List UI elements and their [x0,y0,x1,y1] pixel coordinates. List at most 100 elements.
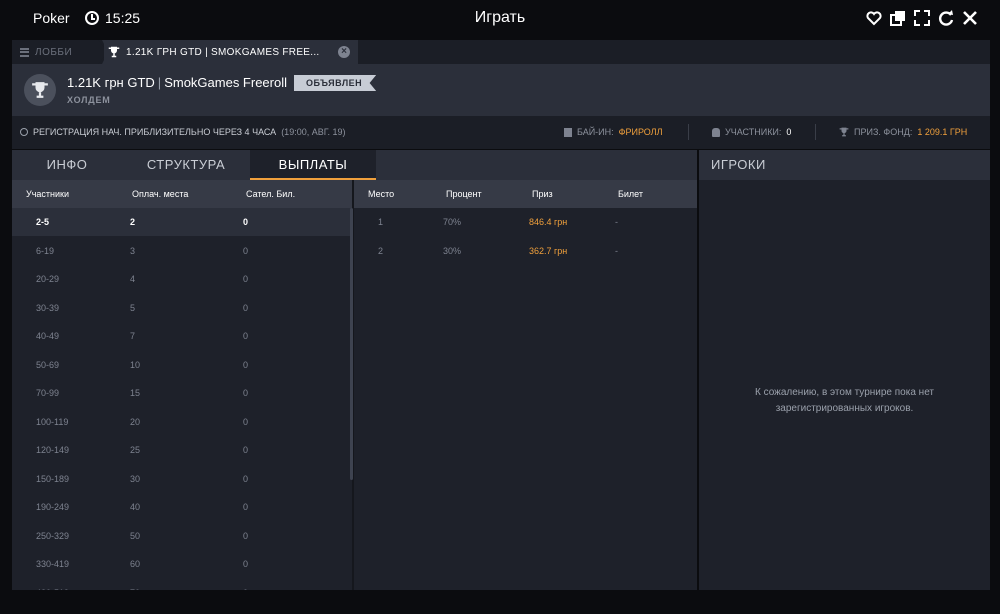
table-row[interactable]: 40-49 7 0 [12,322,352,350]
coins-icon [564,127,572,137]
tournament-trophy-icon [24,74,56,106]
cell-satellite: 0 [243,445,249,455]
cell-participants: 30-39 [36,302,60,313]
table-row[interactable]: 1 70% 846.4 грн - [354,208,697,236]
tab-lobby[interactable]: ЛОББИ [12,40,100,64]
cell-paid-places: 30 [130,473,141,484]
table-row[interactable]: 190-249 40 0 [12,493,352,521]
tournament-header: 1.21K грн GTD | SmokGames Freeroll ОБЪЯВЛЕ… [12,64,990,116]
cell-paid-places: 7 [130,331,136,341]
cell-participants: 250-329 [36,530,70,541]
tab-close-icon[interactable]: × [338,46,350,58]
tab-info[interactable]: ИНФО [12,150,122,180]
cell-satellite: 0 [243,530,249,541]
cell-ticket: - [615,217,618,227]
prize-table-body: 1 70% 846.4 грн - 2 30% 362.7 грн - [354,208,697,590]
payout-table-scrollbar[interactable] [350,208,353,480]
tab-payouts[interactable]: ВЫПЛАТЫ [250,150,376,180]
cell-satellite: 0 [243,473,249,484]
cell-ticket: - [615,245,618,256]
tab-lobby-label: ЛОББИ [35,46,73,58]
cell-percent: 30% [443,245,462,256]
heart-icon[interactable] [866,8,882,28]
no-players-line-2: зарегистрированных игроков. [775,403,914,414]
buyin-info: БАЙ-ИН: ФРИРОЛЛ [564,127,663,137]
cell-percent: 70% [443,217,462,227]
cell-paid-places: 10 [130,359,141,370]
prize-table-header: Место Процент Приз Билет [354,180,697,208]
cell-paid-places: 25 [130,445,141,455]
cell-participants: 20-29 [36,274,60,284]
cell-satellite: 0 [243,559,249,569]
table-row[interactable]: 30-39 5 0 [12,294,352,322]
cell-participants: 50-69 [36,359,60,370]
players-panel: ИГРОКИ К сожалению, в этом турнире пока … [699,150,990,590]
refresh-icon[interactable] [938,8,954,28]
table-row[interactable]: 20-29 4 0 [12,265,352,293]
col-percent: Процент [446,189,482,199]
col-place: Место [368,189,395,199]
table-row[interactable]: 70-99 15 0 [12,379,352,407]
no-players-line-1: К сожалению, в этом турнире пока нет [754,387,935,398]
prize-value: 1 209.1 ГРН [917,127,968,137]
tab-structure[interactable]: СТРУКТУРА [122,150,250,180]
table-row[interactable]: 2-5 2 0 [12,208,352,236]
tab-tournament-label: 1.21K ГРН GTD | SMOKGAMES FREE... [126,46,320,58]
table-row[interactable]: 6-19 3 0 [12,237,352,265]
players-label: УЧАСТНИКИ: [725,127,782,137]
col-paid-places: Оплач. места [132,189,189,199]
cell-paid-places: 15 [130,388,141,398]
table-row[interactable]: 120-149 25 0 [12,436,352,464]
window-bottom-edge [0,590,1000,614]
players-value: 0 [786,127,792,137]
tab-tournament[interactable]: 1.21K ГРН GTD | SMOKGAMES FREE... × [104,40,358,64]
cell-satellite: 0 [243,302,249,313]
registration-clock-icon [20,128,28,136]
cell-participants: 190-249 [36,502,70,512]
tournament-details-panel: ИНФО СТРУКТУРА ВЫПЛАТЫ Участники Оплач. … [12,150,697,590]
prize-trophy-icon [839,127,849,137]
info-bar: РЕГИСТРАЦИЯ НАЧ. ПРИБЛИЗИТЕЛЬНО ЧЕРЕЗ 4 … [12,116,990,149]
cell-paid-places: 40 [130,502,141,512]
table-row[interactable]: 50-69 10 0 [12,351,352,379]
cell-prize: 846.4 грн [529,217,568,227]
registration-text: РЕГИСТРАЦИЯ НАЧ. ПРИБЛИЗИТЕЛЬНО ЧЕРЕЗ 4 … [33,127,277,137]
cell-paid-places: 3 [130,245,136,256]
game-type: ХОЛДЕМ [67,95,111,105]
close-icon[interactable] [962,8,978,28]
cell-satellite: 0 [243,502,249,512]
cell-paid-places: 20 [130,416,141,427]
buyin-value: ФРИРОЛЛ [618,127,663,137]
cell-satellite: 0 [243,388,249,398]
popout-icon[interactable] [890,8,906,28]
players-info: УЧАСТНИКИ: 0 [712,127,791,137]
cell-satellite: 0 [243,331,249,341]
table-row[interactable]: 150-189 30 0 [12,465,352,493]
prize-pool-info: ПРИЗ. ФОНД: 1 209.1 ГРН [839,127,967,137]
detail-tabs: ИНФО СТРУКТУРА ВЫПЛАТЫ [12,150,697,180]
payout-table-body[interactable]: 2-5 2 0 6-19 3 0 20-29 4 0 30-39 5 0 40-49 7 0 50-… [12,208,352,590]
table-row[interactable]: 250-329 50 0 [12,522,352,550]
lobby-icon [20,47,29,57]
table-row[interactable]: 2 30% 362.7 грн - [354,237,697,265]
cell-place: 2 [378,245,384,256]
cell-satellite: 0 [243,245,249,256]
col-satellite-tickets: Сател. Бил. [246,189,296,199]
tournament-guarantee: 1.21K грн GTD [67,75,155,90]
table-row[interactable]: 100-119 20 0 [12,408,352,436]
players-title: ИГРОКИ [699,150,990,180]
cell-paid-places: 4 [130,274,136,284]
window-title: Играть [474,9,526,26]
fullscreen-icon[interactable] [914,8,930,28]
trophy-icon [108,46,120,58]
user-icon [712,127,720,137]
tournament-title: 1.21K грн GTD | SmokGames Freeroll [67,75,287,90]
cell-participants: 100-119 [36,416,69,427]
payout-table-header: Участники Оплач. места Сател. Бил. [12,180,352,208]
table-row[interactable]: 330-419 60 0 [12,550,352,578]
buyin-label: БАЙ-ИН: [577,127,614,137]
tournament-name: SmokGames Freeroll [164,75,287,90]
col-prize: Приз [532,189,553,199]
cell-prize: 362.7 грн [529,245,568,256]
table-row[interactable]: 420-519700 [12,579,352,591]
